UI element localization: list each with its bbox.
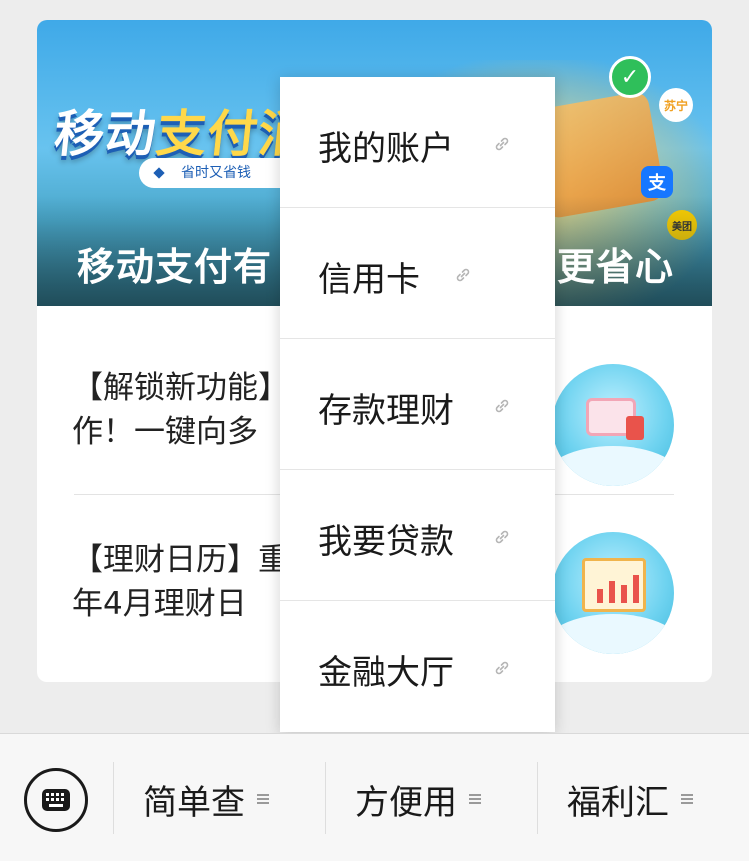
menu-dropdown: 我的账户 信用卡 存款理财 我要贷款 金融大厅 — [280, 77, 555, 732]
tab-benefits[interactable]: 福利汇 — [567, 774, 693, 824]
article-title: 【解锁新功能】 作！一键向多 — [72, 370, 289, 450]
link-icon — [495, 530, 509, 544]
diamond-icon — [153, 167, 165, 179]
divider — [113, 762, 114, 834]
divider — [537, 762, 538, 834]
menu-item-label: 存款理财 — [318, 391, 454, 431]
banner-caption-end: 更省心 — [557, 245, 675, 289]
menu-lines-icon — [681, 794, 693, 806]
menu-item-label: 金融大厅 — [318, 653, 454, 693]
menu-item-finance-hall[interactable]: 金融大厅 — [280, 601, 555, 732]
alipay-icon: 支 — [641, 166, 673, 198]
keyboard-icon — [42, 789, 70, 811]
menu-item-label: 我的账户 — [318, 129, 454, 169]
menu-item-my-account[interactable]: 我的账户 — [280, 77, 555, 208]
menu-item-label: 信用卡 — [318, 260, 420, 300]
keyboard-toggle-button[interactable] — [24, 768, 88, 832]
divider — [325, 762, 326, 834]
menu-item-label: 我要贷款 — [318, 522, 454, 562]
tab-convenient-use[interactable]: 方便用 — [355, 774, 481, 824]
link-icon — [495, 661, 509, 675]
link-icon — [495, 399, 509, 413]
article-title: 【理财日历】重 年4月理财日 — [72, 542, 289, 622]
banner-caption: 移动支付有 — [77, 245, 273, 289]
menu-item-credit-card[interactable]: 信用卡 — [280, 208, 555, 339]
article-thumbnail — [552, 364, 674, 486]
link-icon — [456, 268, 470, 282]
menu-lines-icon — [257, 794, 269, 806]
menu-item-loan[interactable]: 我要贷款 — [280, 470, 555, 601]
tab-simple-query[interactable]: 简单查 — [143, 774, 269, 824]
menu-lines-icon — [469, 794, 481, 806]
wechat-pay-check-icon: ✓ — [609, 56, 651, 98]
link-icon — [495, 137, 509, 151]
banner-logo-text: 移动支付消 — [51, 105, 313, 163]
suning-icon: 苏宁 — [659, 88, 693, 122]
bottom-menu-bar: 简单查 方便用 福利汇 — [0, 733, 749, 861]
menu-item-deposit-wealth[interactable]: 存款理财 — [280, 339, 555, 470]
article-thumbnail — [552, 532, 674, 654]
